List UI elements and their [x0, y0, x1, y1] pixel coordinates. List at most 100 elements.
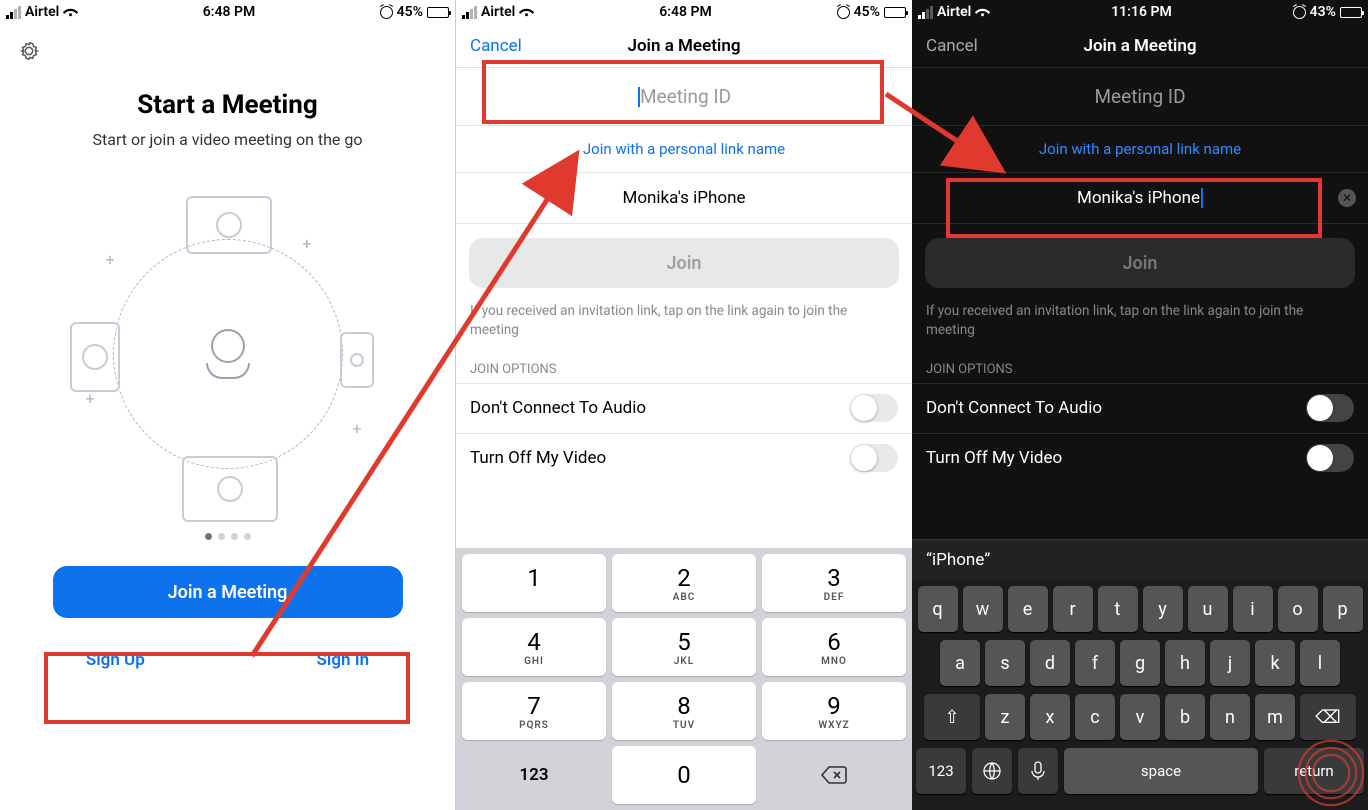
battery-percent: 45%	[397, 4, 423, 20]
key-s[interactable]: s	[985, 640, 1025, 686]
key-p[interactable]: p	[1323, 586, 1363, 632]
key-m[interactable]: m	[1255, 694, 1295, 740]
key-7[interactable]: 7PQRS	[462, 682, 606, 740]
clear-icon[interactable]: ✕	[1338, 189, 1356, 207]
key-q[interactable]: q	[918, 586, 958, 632]
status-time: 6:48 PM	[659, 4, 712, 20]
key-r[interactable]: r	[1053, 586, 1093, 632]
invitation-hint: If you received an invitation link, tap …	[456, 302, 912, 350]
option-no-audio: Don't Connect To Audio	[912, 383, 1368, 433]
key-5[interactable]: 5JKL	[612, 618, 756, 676]
key-6[interactable]: 6MNO	[762, 618, 906, 676]
join-button[interactable]: Join	[925, 238, 1355, 288]
page-indicator	[0, 525, 455, 544]
carrier-label: Airtel	[481, 4, 515, 20]
key-9[interactable]: 9WXYZ	[762, 682, 906, 740]
key-k[interactable]: k	[1255, 640, 1295, 686]
battery-percent: 43%	[1310, 4, 1336, 20]
join-button[interactable]: Join	[469, 238, 899, 288]
key-v[interactable]: v	[1120, 694, 1160, 740]
battery-icon	[1340, 7, 1362, 18]
toggle-no-video[interactable]	[1306, 444, 1354, 472]
toggle-no-video[interactable]	[850, 444, 898, 472]
alarm-icon	[380, 6, 393, 19]
toggle-no-audio[interactable]	[850, 394, 898, 422]
join-options-label: JOIN OPTIONS	[456, 350, 912, 383]
globe-icon	[982, 761, 1002, 781]
key-backspace[interactable]: ⌫	[1300, 694, 1356, 740]
numeric-keypad: 1 2ABC 3DEF 4GHI 5JKL 6MNO 7PQRS 8TUV 9W…	[456, 548, 912, 810]
page-title: Start a Meeting	[0, 90, 455, 120]
key-u[interactable]: u	[1188, 586, 1228, 632]
cancel-button[interactable]: Cancel	[470, 36, 522, 56]
personal-link-name[interactable]: Join with a personal link name	[456, 126, 912, 172]
sign-up-link[interactable]: Sign Up	[86, 650, 145, 670]
key-2[interactable]: 2ABC	[612, 554, 756, 612]
option-no-audio: Don't Connect To Audio	[456, 383, 912, 433]
option-no-video-label: Turn Off My Video	[470, 448, 606, 468]
key-shift[interactable]: ⇧	[924, 694, 980, 740]
status-bar: Airtel 6:48 PM 45%	[456, 0, 912, 24]
status-bar: Airtel 6:48 PM 45%	[0, 0, 455, 24]
page-subtitle: Start or join a video meeting on the go	[0, 130, 455, 149]
sign-in-link[interactable]: Sign In	[317, 650, 370, 670]
wifi-icon	[63, 7, 78, 18]
meeting-id-placeholder: Meeting ID	[640, 85, 731, 108]
option-no-audio-label: Don't Connect To Audio	[470, 398, 646, 418]
alarm-icon	[837, 6, 850, 19]
key-d[interactable]: d	[1030, 640, 1070, 686]
key-1[interactable]: 1	[462, 554, 606, 612]
carrier-label: Airtel	[937, 4, 971, 20]
personal-link-name[interactable]: Join with a personal link name	[912, 126, 1368, 172]
key-w[interactable]: w	[963, 586, 1003, 632]
key-f[interactable]: f	[1075, 640, 1115, 686]
toggle-no-audio[interactable]	[1306, 394, 1354, 422]
key-4[interactable]: 4GHI	[462, 618, 606, 676]
key-switch-alpha[interactable]: 123	[462, 746, 606, 804]
key-0[interactable]: 0	[612, 746, 756, 804]
key-e[interactable]: e	[1008, 586, 1048, 632]
nav-header: Cancel Join a Meeting	[912, 24, 1368, 68]
status-time: 6:48 PM	[203, 4, 256, 20]
key-z[interactable]: z	[985, 694, 1025, 740]
key-backspace[interactable]	[762, 746, 906, 804]
join-meeting-button[interactable]: Join a Meeting	[53, 566, 403, 618]
display-name-input[interactable]: Monika's iPhone ✕	[912, 172, 1368, 224]
gear-icon[interactable]	[18, 40, 40, 62]
cancel-button[interactable]: Cancel	[926, 36, 978, 56]
meeting-id-placeholder: Meeting ID	[1094, 85, 1185, 108]
display-name-input[interactable]: Monika's iPhone	[456, 172, 912, 224]
keyboard-suggestion[interactable]: “iPhone”	[912, 539, 1368, 580]
alarm-icon	[1293, 6, 1306, 19]
key-mic[interactable]	[1018, 748, 1058, 794]
key-b[interactable]: b	[1165, 694, 1205, 740]
key-h[interactable]: h	[1165, 640, 1205, 686]
signal-icon	[6, 6, 21, 19]
key-n[interactable]: n	[1210, 694, 1250, 740]
key-o[interactable]: o	[1278, 586, 1318, 632]
key-y[interactable]: y	[1143, 586, 1183, 632]
wifi-icon	[975, 7, 990, 18]
key-t[interactable]: t	[1098, 586, 1138, 632]
meeting-id-input[interactable]: Meeting ID	[912, 68, 1368, 126]
key-a[interactable]: a	[940, 640, 980, 686]
nav-title: Join a Meeting	[1083, 36, 1196, 56]
key-i[interactable]: i	[1233, 586, 1273, 632]
key-j[interactable]: j	[1210, 640, 1250, 686]
battery-percent: 45%	[854, 4, 880, 20]
display-name-value: Monika's iPhone	[623, 188, 746, 208]
nav-header: Cancel Join a Meeting	[456, 24, 912, 68]
key-3[interactable]: 3DEF	[762, 554, 906, 612]
carrier-label: Airtel	[25, 4, 59, 20]
nav-title: Join a Meeting	[627, 36, 740, 56]
key-numswitch[interactable]: 123	[916, 748, 966, 794]
key-8[interactable]: 8TUV	[612, 682, 756, 740]
mic-icon	[1030, 761, 1046, 781]
key-space[interactable]: space	[1064, 748, 1258, 794]
key-g[interactable]: g	[1120, 640, 1160, 686]
key-l[interactable]: l	[1300, 640, 1340, 686]
key-globe[interactable]	[972, 748, 1012, 794]
key-c[interactable]: c	[1075, 694, 1115, 740]
key-x[interactable]: x	[1030, 694, 1070, 740]
meeting-id-input[interactable]: Meeting ID	[456, 68, 912, 126]
